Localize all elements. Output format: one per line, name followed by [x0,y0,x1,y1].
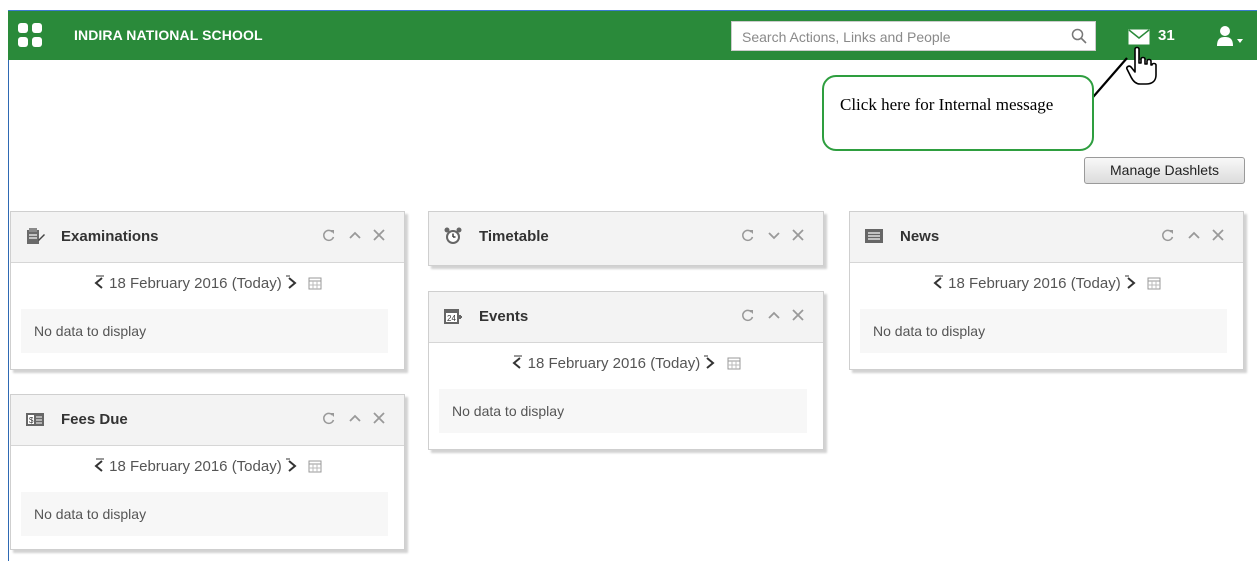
refresh-icon[interactable] [741,308,755,322]
dashlet-header: Timetable [429,212,823,265]
fees-icon: $ [26,413,44,426]
dashlet-title: Events [479,308,529,325]
next-date-icon[interactable] [285,458,298,474]
close-icon[interactable] [372,411,386,425]
message-count-badge[interactable]: 31 [1158,27,1175,44]
manage-dashlets-button[interactable]: Manage Dashlets [1084,157,1245,184]
date-navigator: 18 February 2016 (Today) [429,354,823,374]
dashlet-controls [322,227,388,245]
newspaper-icon [865,229,883,243]
search-icon[interactable] [1071,28,1087,44]
calendar-icon[interactable] [308,276,322,290]
dashlet-title: Examinations [61,228,159,245]
callout-text: Click here for Internal message [840,95,1054,114]
dashlet-title: News [900,228,940,245]
calendar-icon[interactable] [308,459,322,473]
search-input[interactable] [740,27,1064,47]
next-date-icon[interactable] [704,355,716,371]
current-date: 18 February 2016 (Today) [527,354,701,372]
dashlet-news: News 18 February 2016 (Today) No data to… [849,211,1244,370]
dashlet-header: News [850,212,1243,263]
close-icon[interactable] [1211,228,1225,242]
current-date: 18 February 2016 (Today) [109,457,282,475]
school-name[interactable]: INDIRA NATIONAL SCHOOL [74,27,263,43]
collapse-icon[interactable] [767,308,781,322]
current-date: 18 February 2016 (Today) [948,274,1121,292]
dashlet-header: $ Fees Due [11,395,404,446]
date-navigator: 18 February 2016 (Today) [11,457,404,477]
refresh-icon[interactable] [322,411,336,425]
internal-message-callout: Click here for Internal message [822,75,1094,151]
calendar-icon[interactable] [1147,276,1161,290]
calendar-icon[interactable] [727,356,741,370]
close-icon[interactable] [791,228,805,242]
hand-cursor-icon [1126,46,1157,85]
top-navbar: INDIRA NATIONAL SCHOOL 31 [8,10,1257,60]
collapse-icon[interactable] [1187,228,1201,242]
prev-date-icon[interactable] [932,275,944,291]
collapse-icon[interactable] [348,411,362,425]
svg-text:$: $ [29,416,34,425]
empty-message: No data to display [439,389,807,433]
dashlet-timetable: Timetable [428,211,824,266]
dashlet-title: Timetable [479,228,549,245]
user-menu-icon[interactable] [1216,25,1244,47]
empty-message: No data to display [21,492,388,536]
dashlet-fees-due: $ Fees Due 18 February 2016 (Today) No d… [10,394,405,550]
collapse-icon[interactable] [348,228,362,242]
prev-date-icon[interactable] [511,355,523,371]
dashlet-controls [322,410,388,428]
dashlet-controls [741,307,807,325]
apps-grid-icon[interactable] [18,23,44,49]
dashlet-controls [741,227,807,245]
dashlet-header: Examinations [11,212,404,263]
refresh-icon[interactable] [741,228,755,242]
calendar-add-icon: 24 [444,309,462,324]
mail-icon[interactable] [1128,29,1150,45]
dashlet-examinations: Examinations 18 February 2016 (Today) No… [10,211,405,370]
next-date-icon[interactable] [285,275,298,291]
search-box[interactable] [731,21,1096,51]
prev-date-icon[interactable] [93,275,105,291]
refresh-icon[interactable] [322,228,336,242]
date-navigator: 18 February 2016 (Today) [850,274,1243,294]
empty-message: No data to display [21,309,388,353]
close-icon[interactable] [372,228,386,242]
next-date-icon[interactable] [1124,275,1137,291]
dashlet-events: 24 Events 18 February 2016 (Today) No da… [428,291,824,450]
refresh-icon[interactable] [1161,228,1175,242]
left-border [8,59,9,561]
alarm-clock-icon [444,227,462,244]
svg-text:24: 24 [447,314,456,323]
dashlet-header: 24 Events [429,292,823,343]
prev-date-icon[interactable] [93,458,105,474]
expand-icon[interactable] [767,228,781,242]
empty-message: No data to display [860,309,1227,353]
current-date: 18 February 2016 (Today) [109,274,282,292]
exam-icon [27,228,45,244]
dashlet-controls [1161,227,1227,245]
dashlet-title: Fees Due [61,411,128,428]
close-icon[interactable] [791,308,805,322]
date-navigator: 18 February 2016 (Today) [11,274,404,294]
